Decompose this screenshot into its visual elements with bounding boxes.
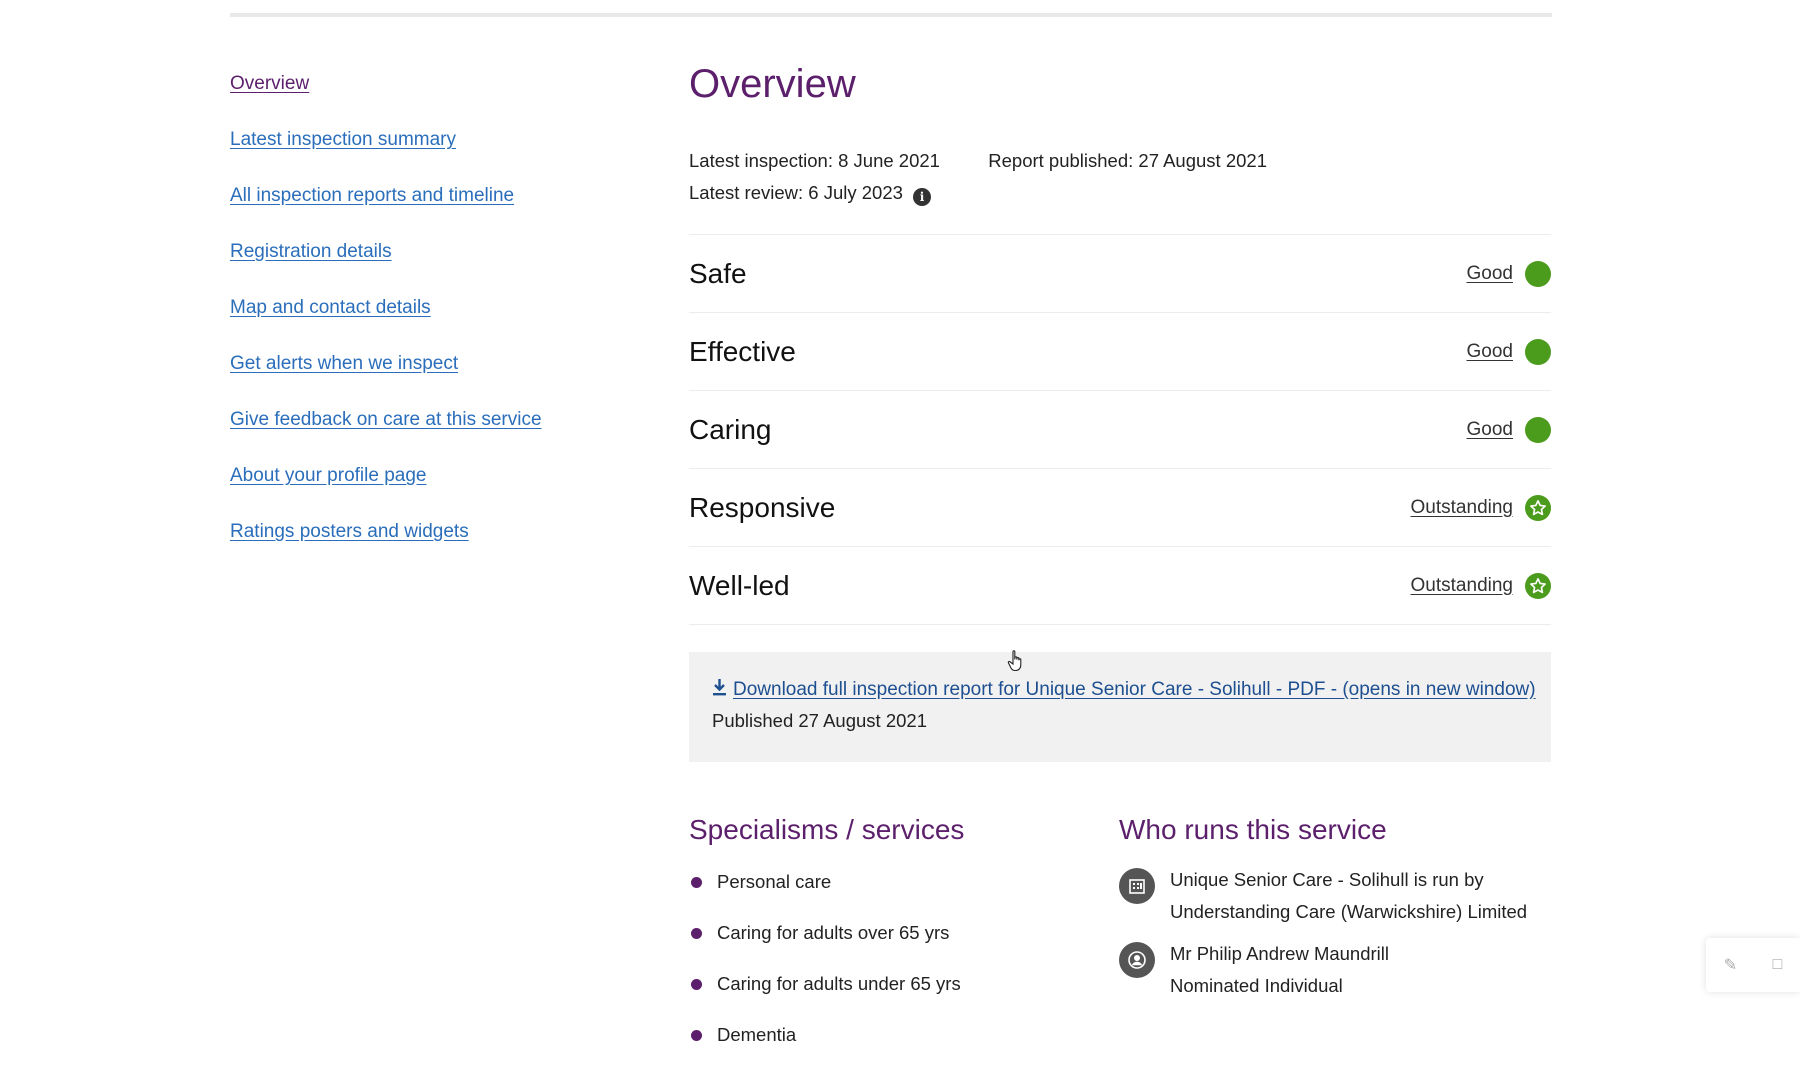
page-title: Overview — [689, 62, 856, 106]
info-icon[interactable]: i — [913, 188, 932, 206]
inspection-meta: Latest inspection: 8 June 2021 Report pu… — [689, 145, 1551, 209]
list-item: Dementia — [689, 1021, 1119, 1072]
main-content: Overview Latest inspection: 8 June 2021 … — [689, 55, 1551, 1072]
outstanding-star-icon — [1525, 572, 1551, 599]
person-role: Nominated Individual — [1170, 975, 1343, 996]
rating-label: Responsive — [689, 491, 836, 523]
good-dot-icon — [1525, 338, 1551, 365]
report-published-date: Report published: 27 August 2021 — [988, 150, 1267, 171]
rating-label: Caring — [689, 413, 772, 445]
hand-pointer-icon — [1007, 649, 1027, 678]
who-runs-section: Who runs this service Unique Senior Care… — [1119, 812, 1549, 1072]
rating-value-link[interactable]: Outstanding — [1411, 497, 1513, 519]
download-report-panel: Download full inspection report for Uniq… — [689, 652, 1551, 762]
rating-value-link[interactable]: Good — [1467, 419, 1513, 441]
rating-value-link[interactable]: Good — [1467, 263, 1513, 285]
rating-label: Well-led — [689, 569, 790, 601]
rating-label: Safe — [689, 257, 747, 289]
provider-line-1: Unique Senior Care - Solihull is run by — [1170, 869, 1484, 890]
rating-row-safe: Safe Good — [689, 235, 1551, 313]
floating-toolbar: ✎ □ — [1706, 938, 1800, 992]
rating-row-responsive: Responsive Outstanding — [689, 469, 1551, 547]
good-dot-icon — [1525, 416, 1551, 443]
nav-overview[interactable]: Overview — [230, 70, 690, 126]
list-item: Caring for adults under 65 yrs — [689, 970, 1119, 1021]
outstanding-star-icon — [1525, 494, 1551, 521]
rating-row-caring: Caring Good — [689, 391, 1551, 469]
nav-about-profile[interactable]: About your profile page — [230, 462, 690, 518]
bullet-icon — [691, 877, 702, 888]
specialisms-list: Personal care Caring for adults over 65 … — [689, 868, 1119, 1072]
specialisms-section: Specialisms / services Personal care Car… — [689, 812, 1119, 1072]
provider-line-2: Understanding Care (Warwickshire) Limite… — [1170, 901, 1528, 922]
rating-label: Effective — [689, 335, 796, 367]
good-dot-icon — [1525, 260, 1551, 287]
person-icon — [1119, 942, 1155, 978]
bullet-icon — [691, 1030, 702, 1041]
rating-row-well-led: Well-led Outstanding — [689, 547, 1551, 625]
person-name: Mr Philip Andrew Maundrill — [1170, 943, 1390, 964]
side-navigation: Overview Latest inspection summary All i… — [230, 70, 690, 574]
list-item: Caring for adults over 65 yrs — [689, 919, 1119, 970]
building-icon — [1119, 868, 1155, 904]
latest-review-date: Latest review: 6 July 2023 — [689, 182, 903, 203]
pencil-icon[interactable]: ✎ — [1724, 955, 1737, 975]
rating-row-effective: Effective Good — [689, 313, 1551, 391]
list-item: Personal care — [689, 868, 1119, 919]
nav-map-and-contact[interactable]: Map and contact details — [230, 294, 690, 350]
report-published-text: Published 27 August 2021 — [712, 710, 927, 731]
bullet-icon — [691, 928, 702, 939]
nominated-individual-item: Mr Philip Andrew Maundrill Nominated Ind… — [1119, 942, 1549, 1002]
comment-icon[interactable]: □ — [1773, 956, 1783, 974]
nav-registration-details[interactable]: Registration details — [230, 238, 690, 294]
who-runs-heading: Who runs this service — [1119, 814, 1387, 845]
rating-value-link[interactable]: Good — [1467, 341, 1513, 363]
nav-latest-inspection-summary[interactable]: Latest inspection summary — [230, 126, 690, 182]
nav-give-feedback[interactable]: Give feedback on care at this service — [230, 406, 690, 462]
provider-item: Unique Senior Care - Solihull is run by … — [1119, 868, 1549, 928]
top-divider — [230, 13, 1552, 17]
nav-get-alerts[interactable]: Get alerts when we inspect — [230, 350, 690, 406]
download-icon — [712, 678, 727, 702]
ratings-list: Safe Good Effective Good Caring Good Res… — [689, 234, 1551, 625]
nav-ratings-posters[interactable]: Ratings posters and widgets — [230, 518, 690, 574]
nav-all-inspection-reports[interactable]: All inspection reports and timeline — [230, 182, 690, 238]
specialisms-heading: Specialisms / services — [689, 814, 965, 845]
rating-value-link[interactable]: Outstanding — [1411, 575, 1513, 597]
bullet-icon — [691, 979, 702, 990]
download-report-link[interactable]: Download full inspection report for Uniq… — [733, 679, 1536, 701]
latest-inspection-date: Latest inspection: 8 June 2021 — [689, 150, 940, 171]
